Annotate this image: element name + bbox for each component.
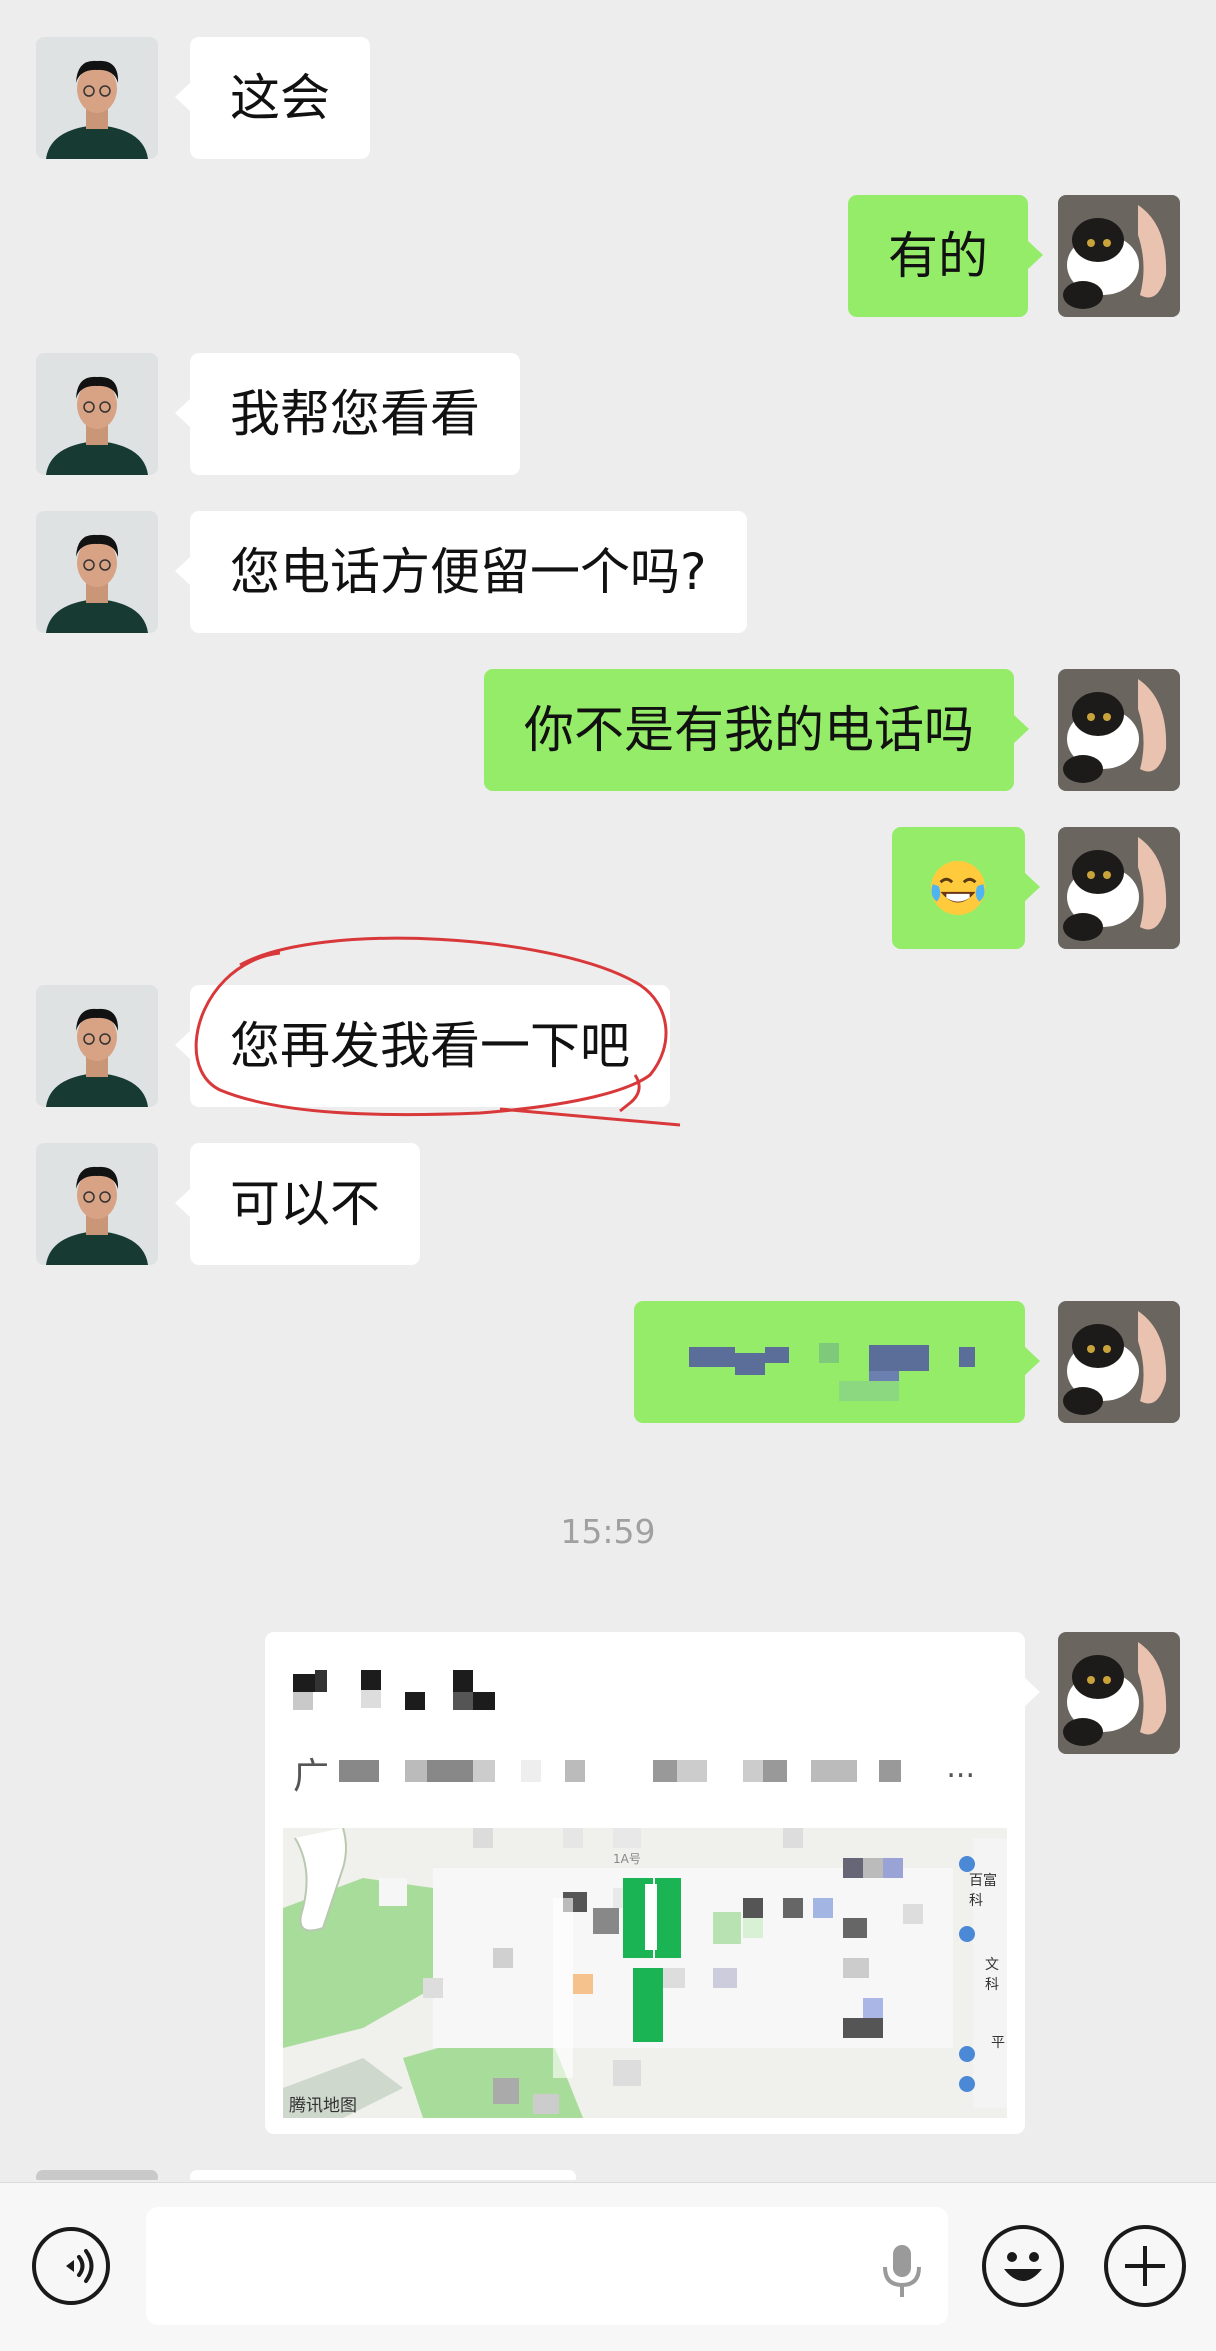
my-avatar[interactable] (1058, 195, 1180, 317)
redacted-message-bubble[interactable] (634, 1301, 1040, 1423)
pixelated-location-name (293, 1670, 495, 1710)
message-bubble-incoming[interactable] (190, 2170, 576, 2180)
message-timestamp: 15:59 (560, 1512, 656, 1551)
contact-avatar[interactable] (36, 1143, 158, 1265)
map-label: 平 (991, 2035, 1005, 2051)
person-avatar-icon (36, 985, 158, 1107)
location-card[interactable]: 广 ... 百富科 文科 平 1A号 腾讯地图 (265, 1632, 1040, 2134)
plus-icon (1125, 2246, 1165, 2286)
message-bubble-incoming[interactable]: 可以不 (175, 1143, 420, 1265)
chat-area[interactable]: 这会 有的 我帮您看看 您电话方便留一个吗? 你不是有我的电话吗 您再发我看一下… (0, 0, 1216, 2180)
contact-avatar[interactable] (36, 37, 158, 159)
contact-avatar[interactable] (36, 985, 158, 1107)
more-actions-button[interactable] (1104, 2225, 1186, 2307)
message-bubble-outgoing[interactable] (892, 827, 1040, 949)
chat-input-bar (0, 2182, 1216, 2351)
pixelated-address (339, 1760, 901, 1782)
map-label: 百富科 (969, 1873, 997, 1909)
pixelated-phone-number (689, 1343, 975, 1401)
contact-avatar[interactable] (36, 511, 158, 633)
my-avatar[interactable] (1058, 1632, 1180, 1754)
map-brand-label: 腾讯地图 (289, 2096, 357, 2116)
map-preview[interactable]: 百富科 文科 平 1A号 腾讯地图 (283, 1828, 1007, 2118)
message-bubble-incoming[interactable]: 您电话方便留一个吗? (175, 511, 747, 633)
emoji-button[interactable] (982, 2225, 1064, 2307)
message-bubble-incoming[interactable]: 我帮您看看 (175, 353, 520, 475)
cat-avatar-icon (1058, 1301, 1180, 1423)
message-bubble-outgoing[interactable]: 有的 (848, 195, 1043, 317)
message-input-field[interactable] (146, 2207, 948, 2325)
map-tiles (283, 1828, 1007, 2118)
address-ellipsis: ... (946, 1750, 975, 1785)
cat-avatar-icon (1058, 1632, 1180, 1754)
cat-avatar-icon (1058, 195, 1180, 317)
contact-avatar[interactable] (36, 2170, 158, 2180)
person-avatar-icon (36, 37, 158, 159)
my-avatar[interactable] (1058, 669, 1180, 791)
red-circle-annotation (194, 936, 681, 1127)
my-avatar[interactable] (1058, 1301, 1180, 1423)
cat-avatar-icon (1058, 669, 1180, 791)
message-bubble-outgoing[interactable]: 你不是有我的电话吗 (484, 669, 1029, 791)
person-avatar-icon (36, 511, 158, 633)
person-avatar-icon (36, 1143, 158, 1265)
tears-of-joy-emoji-icon (930, 860, 986, 915)
person-avatar-icon (36, 353, 158, 475)
microphone-icon[interactable] (878, 2243, 926, 2299)
cat-avatar-icon (1058, 827, 1180, 949)
emoji-icon (1004, 2252, 1042, 2281)
map-label: 文科 (985, 1957, 999, 1993)
my-avatar[interactable] (1058, 827, 1180, 949)
map-label: 1A号 (613, 1852, 641, 1866)
location-address: 广 (293, 1756, 330, 1797)
contact-avatar[interactable] (36, 353, 158, 475)
voice-toggle-button[interactable] (32, 2227, 110, 2305)
voice-toggle-icon (66, 2249, 94, 2283)
message-bubble-incoming[interactable]: 这会 (175, 37, 370, 159)
